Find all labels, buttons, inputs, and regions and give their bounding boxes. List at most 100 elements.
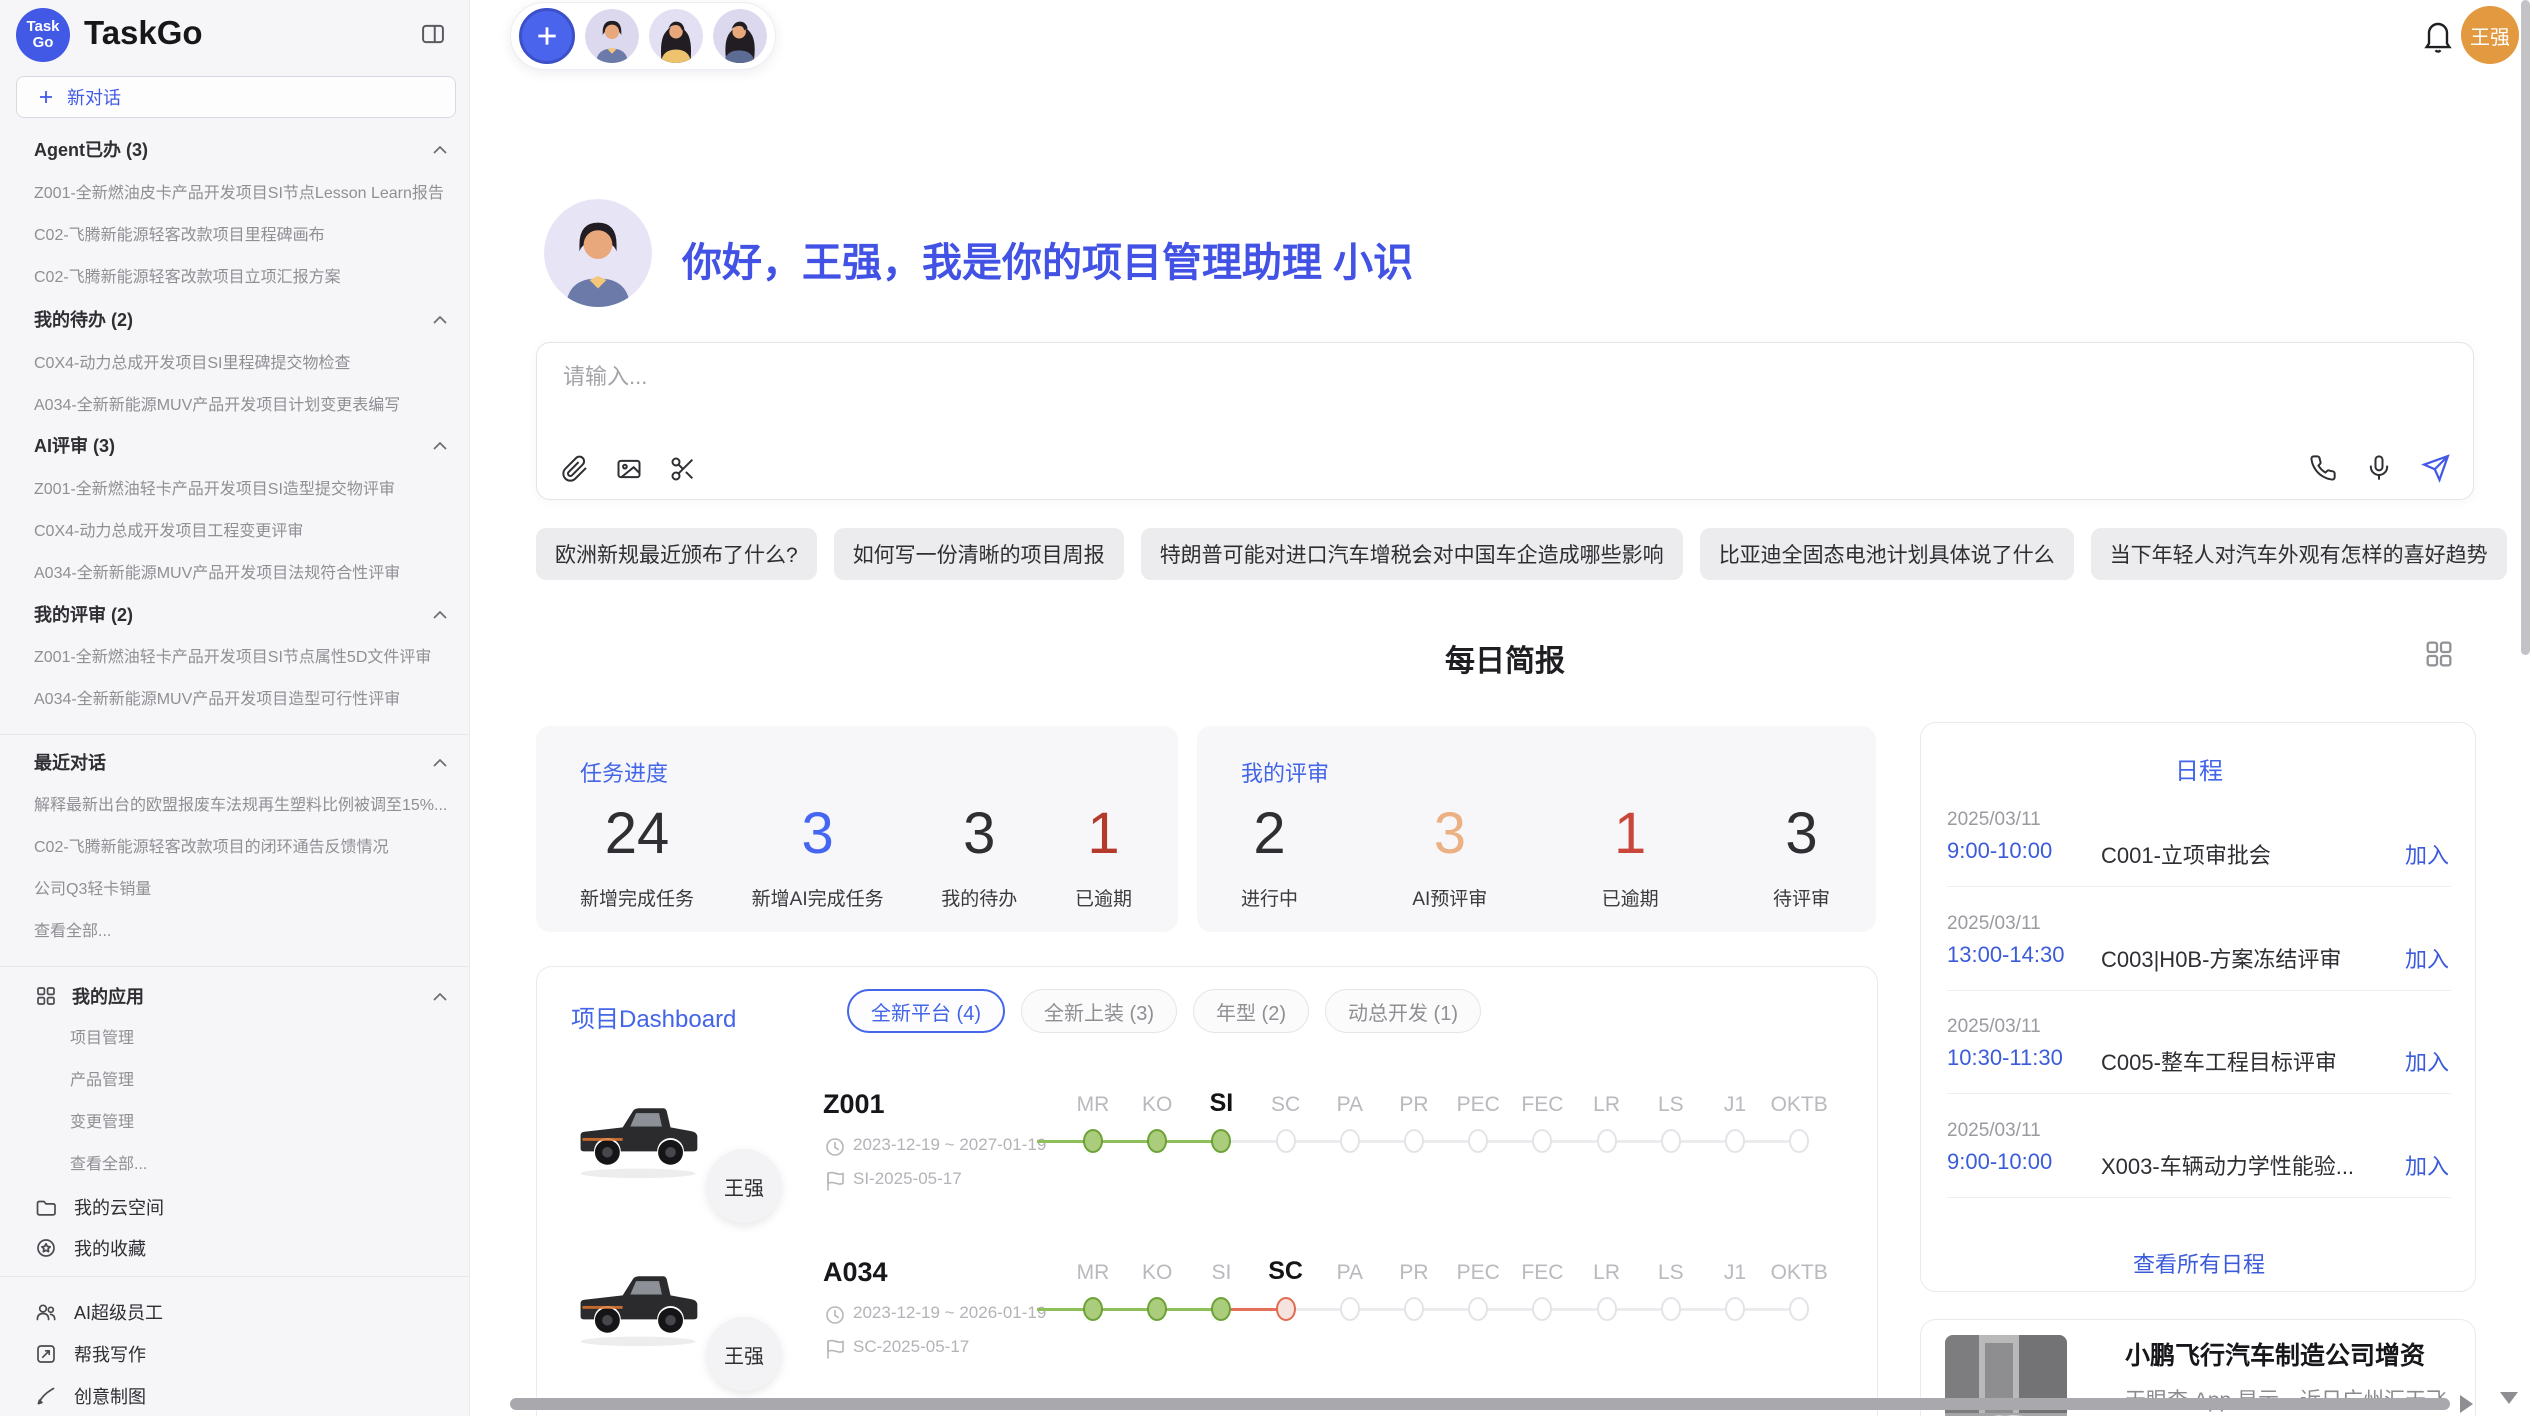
daily-briefing-title: 每日简报 [536, 636, 2474, 680]
project-milestone-flag: SI-2025-05-17 [853, 1169, 962, 1189]
vertical-scrollbar[interactable] [2521, 0, 2530, 655]
new-chat-label: 新对话 [67, 84, 121, 110]
section-title: Agent已办 (3) [34, 136, 428, 162]
sidebar-item[interactable]: A034-全新新能源MUV产品开发项目计划变更表编写 [0, 388, 470, 418]
sidebar-item-cloud-space[interactable]: 我的云空间 [0, 1192, 470, 1222]
attachment-icon[interactable] [561, 455, 589, 483]
suggestion-chip[interactable]: 比亚迪全固态电池计划具体说了什么 [1700, 528, 2074, 580]
image-upload-icon[interactable] [615, 455, 643, 483]
chevron-up-icon[interactable] [428, 985, 450, 1007]
chevron-up-icon[interactable] [428, 308, 450, 330]
schedule-join-link[interactable]: 加入 [2405, 1045, 2449, 1077]
sidebar-section-recent-chats[interactable]: 最近对话 [0, 747, 470, 777]
sidebar-item[interactable]: Z001-全新燃油轻卡产品开发项目SI节点属性5D文件评审 [0, 640, 470, 670]
chevron-up-icon[interactable] [428, 434, 450, 456]
sidebar-item-favorites[interactable]: 我的收藏 [0, 1233, 470, 1263]
milestone-node [1147, 1129, 1167, 1153]
dashboard-tab[interactable]: 年型 (2) [1193, 989, 1309, 1033]
sidebar-section-header[interactable]: Agent已办 (3) [0, 134, 470, 164]
view-all-schedule-link[interactable]: 查看所有日程 [1921, 1247, 2477, 1279]
section-title: AI评审 (3) [34, 432, 428, 458]
suggestion-chip[interactable]: 特朗普可能对进口汽车增税会对中国车企造成哪些影响 [1141, 528, 1683, 580]
send-icon[interactable] [2421, 453, 2451, 483]
dashboard-tab[interactable]: 动总开发 (1) [1325, 989, 1481, 1033]
sidebar-item[interactable]: Z001-全新燃油皮卡产品开发项目SI节点Lesson Learn报告 [0, 176, 470, 206]
member-avatar[interactable] [649, 9, 703, 63]
scroll-right-arrow-icon[interactable] [2460, 1395, 2473, 1413]
voice-call-icon[interactable] [2309, 454, 2337, 482]
milestone-label: SI [1211, 1261, 1231, 1285]
sidebar-item-ai-staff[interactable]: AI超级员工 [0, 1297, 470, 1327]
sidebar-item[interactable]: 解释最新出台的欧盟报废车法规再生塑料比例被调至15%... [0, 788, 470, 818]
sidebar-item[interactable]: Z001-全新燃油轻卡产品开发项目SI造型提交物评审 [0, 472, 470, 502]
schedule-time: 13:00-14:30 [1947, 942, 2064, 968]
suggestion-chip[interactable]: 如何写一份清晰的项目周报 [834, 528, 1124, 580]
schedule-event-title: C001-立项审批会 [2101, 838, 2271, 870]
milestone-label: LS [1658, 1093, 1684, 1117]
message-input[interactable] [561, 357, 1961, 397]
user-avatar[interactable]: 王强 [2461, 6, 2519, 64]
sidebar-item[interactable]: C0X4-动力总成开发项目工程变更评审 [0, 514, 470, 544]
horizontal-scrollbar[interactable] [510, 1398, 2450, 1410]
sidebar-collapse-icon[interactable] [419, 20, 447, 48]
app-title: TaskGo [84, 14, 203, 52]
sidebar-item[interactable]: C02-飞腾新能源轻客改款项目的闭环通告反馈情况 [0, 830, 470, 860]
sidebar-item-writing[interactable]: 帮我写作 [0, 1339, 470, 1369]
add-member-button[interactable] [519, 8, 575, 64]
new-chat-button[interactable]: 新对话 [16, 76, 456, 118]
schedule-join-link[interactable]: 加入 [2405, 942, 2449, 974]
project-row[interactable]: 王强Z0012023-12-19 ~ 2027-01-19SI-2025-05-… [537, 1087, 1879, 1255]
suggestion-chips: 欧洲新规最近颁布了什么? 如何写一份清晰的项目周报特朗普可能对进口汽车增税会对中国… [536, 528, 2507, 580]
sidebar-item[interactable]: 项目管理 [0, 1021, 470, 1051]
scroll-down-arrow-icon[interactable] [2500, 1392, 2518, 1404]
suggestion-chip[interactable]: 欧洲新规最近颁布了什么? [536, 528, 817, 580]
writing-icon [34, 1342, 58, 1366]
schedule-date: 2025/03/11 [1947, 809, 2041, 831]
section-title: 我的评审 (2) [34, 601, 428, 627]
section-title: 我的应用 [72, 983, 428, 1009]
news-title: 小鹏飞行汽车制造公司增资 [2125, 1336, 2455, 1372]
sidebar-item[interactable]: 公司Q3轻卡销量 [0, 872, 470, 902]
drawing-icon [34, 1384, 58, 1408]
sidebar-item[interactable]: 变更管理 [0, 1105, 470, 1135]
dashboard-tab[interactable]: 全新上装 (3) [1021, 989, 1177, 1033]
milestone-label: J1 [1724, 1261, 1746, 1285]
scissors-icon[interactable] [669, 455, 697, 483]
sidebar-item[interactable]: 产品管理 [0, 1063, 470, 1093]
sidebar-item[interactable]: A034-全新新能源MUV产品开发项目造型可行性评审 [0, 682, 470, 712]
sidebar-item[interactable]: 查看全部... [0, 1147, 470, 1177]
member-avatar[interactable] [585, 9, 639, 63]
sidebar-item[interactable]: C02-飞腾新能源轻客改款项目立项汇报方案 [0, 260, 470, 290]
stat-value: 1 [1602, 802, 1659, 866]
sidebar-item[interactable]: A034-全新新能源MUV产品开发项目法规符合性评审 [0, 556, 470, 586]
sidebar-item[interactable]: C02-飞腾新能源轻客改款项目里程碑画布 [0, 218, 470, 248]
sidebar-section-header[interactable]: 我的评审 (2) [0, 599, 470, 629]
chevron-up-icon[interactable] [428, 138, 450, 160]
schedule-title: 日程 [1921, 751, 2477, 786]
member-avatar[interactable] [713, 9, 767, 63]
schedule-join-link[interactable]: 加入 [2405, 838, 2449, 870]
briefing-layout-grid-icon[interactable] [2423, 638, 2455, 670]
dashboard-title: 项目Dashboard [571, 999, 736, 1034]
notification-bell-icon[interactable] [2420, 18, 2456, 54]
sidebar-section-header[interactable]: 我的待办 (2) [0, 304, 470, 334]
conversation-avatars-bar [510, 2, 776, 70]
milestone-node [1789, 1297, 1809, 1321]
microphone-icon[interactable] [2365, 454, 2393, 482]
sidebar-item[interactable]: C0X4-动力总成开发项目SI里程碑提交物检查 [0, 346, 470, 376]
chevron-up-icon[interactable] [428, 751, 450, 773]
dashboard-tab[interactable]: 全新平台 (4) [847, 989, 1005, 1033]
sidebar-section-header[interactable]: AI评审 (3) [0, 430, 470, 460]
milestone-label: PEC [1457, 1093, 1500, 1117]
sidebar-item-label: 变更管理 [70, 1108, 452, 1132]
chevron-up-icon[interactable] [428, 603, 450, 625]
suggestion-chip[interactable]: 当下年轻人对汽车外观有怎样的喜好趋势 [2091, 528, 2507, 580]
sidebar-item-label: C02-飞腾新能源轻客改款项目里程碑画布 [34, 221, 452, 245]
sidebar-item[interactable]: 查看全部... [0, 914, 470, 944]
project-row[interactable]: 王强A0342023-12-19 ~ 2026-01-19SC-2025-05-… [537, 1255, 1879, 1416]
schedule-join-link[interactable]: 加入 [2405, 1149, 2449, 1181]
sidebar-section-my-apps[interactable]: 我的应用 [0, 981, 470, 1011]
stat-label: 进行中 [1241, 884, 1298, 911]
milestone-node [1276, 1297, 1296, 1321]
sidebar-item-drawing[interactable]: 创意制图 [0, 1381, 470, 1411]
